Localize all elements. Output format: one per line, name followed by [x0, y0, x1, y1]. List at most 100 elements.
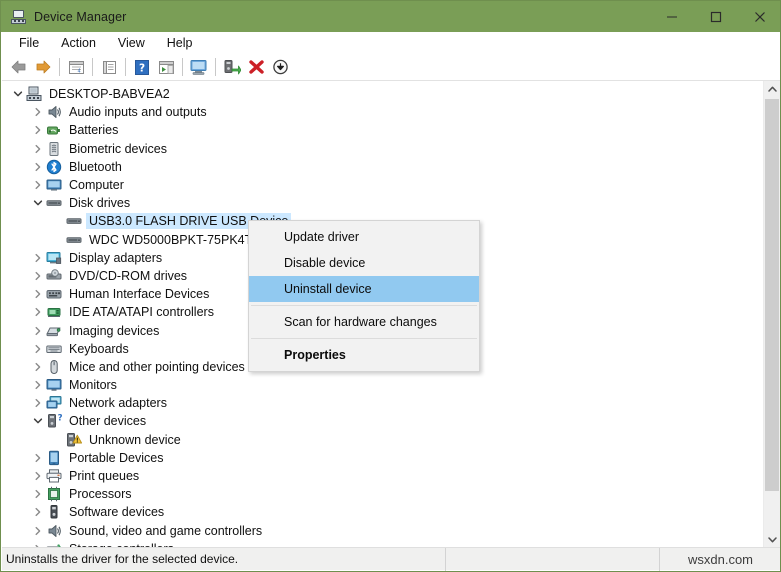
tree-row[interactable]: Monitors: [2, 376, 754, 394]
tree-row[interactable]: Unknown device: [2, 431, 754, 449]
device-manager-icon: [11, 9, 27, 25]
svg-text:?: ?: [139, 62, 145, 74]
tree-row[interactable]: Batteries: [2, 121, 754, 139]
menu-help[interactable]: Help: [156, 34, 204, 53]
tree-row-label: Disk drives: [69, 196, 131, 211]
scroll-up-button[interactable]: [764, 81, 780, 98]
chevron-right-icon[interactable]: [30, 359, 46, 375]
tree-row[interactable]: DESKTOP-BABVEA2: [2, 85, 754, 103]
context-menu-item[interactable]: Properties: [249, 342, 479, 368]
chevron-right-icon[interactable]: [30, 177, 46, 193]
chevron-right-icon[interactable]: [30, 250, 46, 266]
chevron-right-icon[interactable]: [30, 395, 46, 411]
tree-row[interactable]: Processors: [2, 485, 754, 503]
chevron-right-icon[interactable]: [30, 468, 46, 484]
minimize-button[interactable]: [650, 1, 694, 32]
scroll-down-button[interactable]: [764, 531, 780, 548]
show-hide-action-pane-icon[interactable]: [154, 55, 178, 79]
tree-row[interactable]: Network adapters: [2, 394, 754, 412]
watermark: wsxdn.com: [659, 547, 780, 571]
vertical-scrollbar[interactable]: [763, 81, 780, 548]
chevron-right-icon[interactable]: [30, 323, 46, 339]
properties-icon[interactable]: [97, 55, 121, 79]
ide-controller-icon: [46, 304, 63, 320]
biometric-icon: [46, 141, 63, 157]
svg-text:?: ?: [58, 414, 62, 424]
chevron-right-icon[interactable]: [30, 504, 46, 520]
scrollbar-thumb[interactable]: [765, 99, 779, 491]
chevron-right-icon[interactable]: [30, 450, 46, 466]
tree-row[interactable]: Biometric devices: [2, 140, 754, 158]
tree-row[interactable]: Sound, video and game controllers: [2, 522, 754, 540]
chevron-right-icon[interactable]: [30, 286, 46, 302]
close-button[interactable]: [738, 1, 780, 32]
context-menu-separator: [251, 305, 477, 306]
back-icon[interactable]: [7, 55, 31, 79]
chevron-down-icon[interactable]: [30, 413, 46, 429]
software-device-icon: [46, 504, 63, 520]
chevron-right-icon[interactable]: [30, 141, 46, 157]
processor-icon: [46, 486, 63, 502]
tree-row[interactable]: Audio inputs and outputs: [2, 103, 754, 121]
chevron-down-icon[interactable]: [30, 195, 46, 211]
tree-row[interactable]: Bluetooth: [2, 158, 754, 176]
tree-row[interactable]: Disk drives: [2, 194, 754, 212]
maximize-button[interactable]: [694, 1, 738, 32]
window-title: Device Manager: [34, 9, 127, 24]
scan-for-hardware-changes-icon[interactable]: [187, 55, 211, 79]
chevron-right-icon[interactable]: [30, 159, 46, 175]
chevron-right-icon[interactable]: [30, 304, 46, 320]
chevron-right-icon[interactable]: [30, 104, 46, 120]
tree-row-label: Portable Devices: [69, 450, 164, 465]
tree-row[interactable]: Print queues: [2, 467, 754, 485]
tree-row-label: DESKTOP-BABVEA2: [49, 87, 170, 102]
chevron-down-icon[interactable]: [10, 86, 26, 102]
tree-row-label: Audio inputs and outputs: [69, 105, 207, 120]
chevron-right-icon[interactable]: [30, 122, 46, 138]
toolbar-separator: [182, 58, 183, 76]
sound-icon: [46, 523, 63, 539]
disk-drive-icon: [66, 213, 83, 229]
update-driver-icon[interactable]: [220, 55, 244, 79]
tree-row[interactable]: Computer: [2, 176, 754, 194]
tree-row-label: Unknown device: [89, 432, 181, 447]
menu-action[interactable]: Action: [50, 34, 107, 53]
tree-row-label: Software devices: [69, 505, 165, 520]
context-menu[interactable]: Update driver Disable device Uninstall dev…: [248, 220, 480, 372]
chevron-right-icon[interactable]: [30, 341, 46, 357]
tree-row-label: Biometric devices: [69, 141, 167, 156]
forward-icon[interactable]: [31, 55, 55, 79]
chevron-right-icon[interactable]: [30, 377, 46, 393]
toolbar-separator: [59, 58, 60, 76]
context-menu-item[interactable]: Uninstall device: [249, 276, 479, 302]
disk-drive-icon: [46, 195, 63, 211]
keyboard-icon: [46, 341, 63, 357]
unknown-device-icon: [66, 432, 83, 448]
chevron-right-icon[interactable]: [30, 523, 46, 539]
disable-device-icon[interactable]: [268, 55, 292, 79]
tree-row[interactable]: Software devices: [2, 503, 754, 521]
tree-row-label: Print queues: [69, 469, 140, 484]
tree-row[interactable]: Portable Devices: [2, 449, 754, 467]
tree-row-label: IDE ATA/ATAPI controllers: [69, 305, 214, 320]
context-menu-item[interactable]: Update driver: [249, 224, 479, 250]
chevron-right-icon[interactable]: [30, 268, 46, 284]
help-icon[interactable]: ?: [130, 55, 154, 79]
computer-icon: [46, 177, 63, 193]
uninstall-device-icon[interactable]: [244, 55, 268, 79]
toolbar: 4 ?: [2, 54, 780, 80]
chevron-right-icon[interactable]: [30, 486, 46, 502]
title-bar: Device Manager: [1, 1, 780, 32]
tree-row-label: Network adapters: [69, 396, 167, 411]
context-menu-item[interactable]: Disable device: [249, 250, 479, 276]
bluetooth-icon: [46, 159, 63, 175]
menu-view[interactable]: View: [107, 34, 156, 53]
printer-icon: [46, 468, 63, 484]
show-hide-console-tree-icon[interactable]: 4: [64, 55, 88, 79]
menu-file[interactable]: File: [8, 34, 50, 53]
tree-row[interactable]: ? Other devices: [2, 412, 754, 430]
context-menu-item[interactable]: Scan for hardware changes: [249, 309, 479, 335]
network-adapter-icon: [46, 395, 63, 411]
